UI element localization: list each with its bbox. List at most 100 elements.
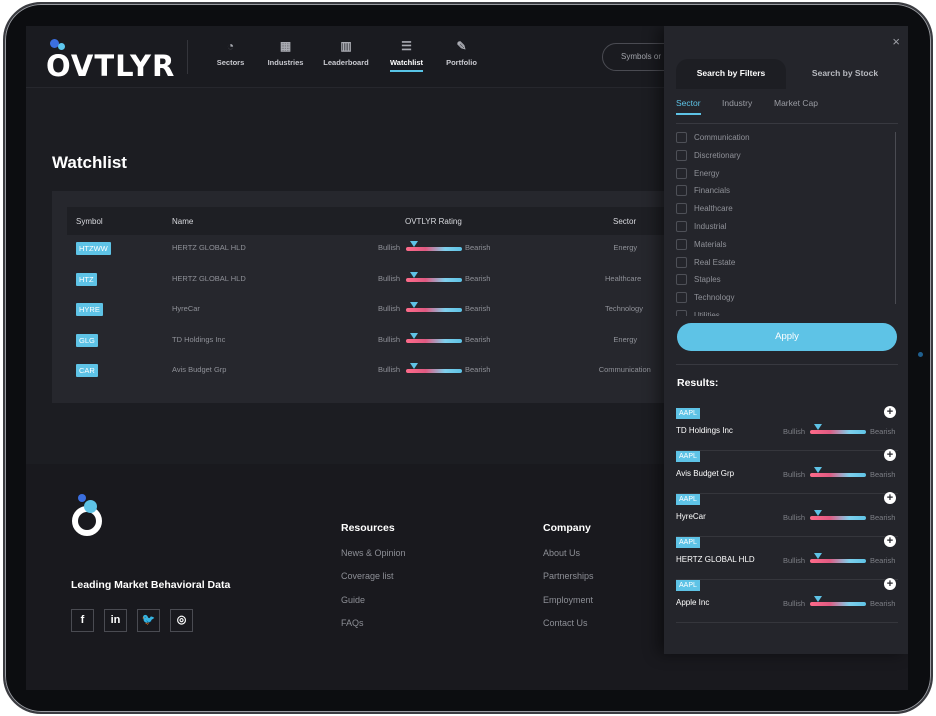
result-item[interactable]: AAPL Apple Inc + Bullish Bearish <box>676 578 898 623</box>
checklist-scrollbar[interactable] <box>895 132 896 304</box>
linkedin-icon[interactable]: in <box>104 609 127 632</box>
panel-tabs: Search by Filters Search by Stock <box>676 59 898 89</box>
table-row[interactable]: CAR Avis Budget Grp Bullish Bearish Communic… <box>52 360 692 390</box>
checkbox-icon[interactable] <box>676 167 687 179</box>
symbol-badge[interactable]: CAR <box>76 364 98 377</box>
result-symbol-badge[interactable]: AAPL <box>676 408 700 419</box>
company-name: Avis Budget Grp <box>172 365 227 374</box>
checkbox-icon[interactable] <box>676 203 687 215</box>
nav-label: Leaderboard <box>323 58 369 67</box>
checkbox-icon[interactable] <box>676 256 687 268</box>
tab-search-by-filters[interactable]: Search by Filters <box>676 59 786 89</box>
table-row[interactable]: HYRE HyreCar Bullish Bearish Technology <box>52 299 692 329</box>
nav-item-portfolio[interactable]: ✎ Portfolio <box>435 38 488 72</box>
company-heading: Company <box>543 522 591 534</box>
resources-link[interactable]: Coverage list <box>341 571 394 581</box>
table-row[interactable]: HTZWW HERTZ GLOBAL HLD Bullish Bearish Energ… <box>52 238 692 268</box>
add-plus-icon[interactable]: + <box>884 406 896 418</box>
company-link[interactable]: Contact Us <box>543 618 588 628</box>
checkbox-label: Discretionary <box>694 150 741 160</box>
sector-checkbox-utilities[interactable]: Utilities <box>676 310 876 316</box>
result-item[interactable]: AAPL HERTZ GLOBAL HLD + Bullish Bearish <box>676 535 898 580</box>
resources-link[interactable]: News & Opinion <box>341 548 406 558</box>
pencil-icon: ✎ <box>456 39 467 53</box>
building-icon: ▦ <box>279 39 292 53</box>
sector-checkbox-materials[interactable]: Materials <box>676 238 876 253</box>
company-link[interactable]: Employment <box>543 595 593 605</box>
checkbox-icon[interactable] <box>676 292 687 304</box>
panel-divider <box>676 364 898 365</box>
col-symbol-header[interactable]: Symbol <box>76 217 103 226</box>
resources-link[interactable]: Guide <box>341 595 365 605</box>
symbol-badge[interactable]: HYRE <box>76 303 103 316</box>
result-symbol-badge[interactable]: AAPL <box>676 451 700 462</box>
checkbox-label: Communication <box>694 133 750 142</box>
sector-checkbox-financials[interactable]: Financials <box>676 185 876 199</box>
table-row[interactable]: HTZ HERTZ GLOBAL HLD Bullish Bearish Healthc… <box>52 269 692 299</box>
filter-tab-market-cap[interactable]: Market Cap <box>774 98 818 108</box>
footer-logo-icon[interactable] <box>70 494 104 538</box>
result-item[interactable]: AAPL HyreCar + Bullish Bearish <box>676 492 898 537</box>
checkbox-label: Utilities <box>694 311 720 316</box>
instagram-icon[interactable]: ◎ <box>170 609 193 632</box>
col-name-header[interactable]: Name <box>172 217 193 226</box>
filter-tab-sector[interactable]: Sector <box>676 98 701 115</box>
col-sector-header[interactable]: Sector <box>613 217 636 226</box>
bearish-label: Bearish <box>465 334 491 344</box>
checkbox-icon[interactable] <box>676 132 687 143</box>
checkbox-icon[interactable] <box>676 149 687 161</box>
table-row[interactable]: GLG TD Holdings Inc Bullish Bearish Energy <box>52 330 692 360</box>
add-plus-icon[interactable]: + <box>884 449 896 461</box>
result-item[interactable]: AAPL Avis Budget Grp + Bullish Bearish <box>676 449 898 494</box>
sector-checkbox-industrial[interactable]: Industrial <box>676 221 876 235</box>
checkbox-icon[interactable] <box>676 221 687 232</box>
nav-item-watchlist[interactable]: ☰ Watchlist <box>380 38 433 72</box>
symbol-badge[interactable]: HTZWW <box>76 242 111 255</box>
sector-checkbox-staples[interactable]: Staples <box>676 274 876 288</box>
nav-label: Watchlist <box>389 58 424 72</box>
sector-checkbox-communication[interactable]: Communication <box>676 132 876 146</box>
tablet-device: OVTLYR ◔ Sectors ▦ Industries ▥ Leaderboard ☰ W… <box>0 0 936 716</box>
filter-tab-industry[interactable]: Industry <box>722 98 752 108</box>
nav-item-industries[interactable]: ▦ Industries <box>259 38 312 72</box>
checkbox-icon[interactable] <box>676 310 687 316</box>
sector-checkbox-technology[interactable]: Technology <box>676 292 876 306</box>
twitter-icon[interactable]: 🐦 <box>137 609 160 632</box>
symbol-badge[interactable]: GLG <box>76 333 98 347</box>
camera-dot <box>918 352 923 357</box>
checkbox-icon[interactable] <box>676 185 687 197</box>
apply-button[interactable]: Apply <box>677 323 897 351</box>
sector-checkbox-discretionary[interactable]: Discretionary <box>676 149 876 164</box>
bullish-label: Bullish <box>783 427 806 436</box>
add-plus-icon[interactable]: + <box>884 578 896 590</box>
close-icon[interactable]: × <box>892 34 900 49</box>
resources-link[interactable]: FAQs <box>341 618 364 628</box>
nav-item-sectors[interactable]: ◔ Sectors <box>204 38 257 72</box>
checkbox-label: Healthcare <box>694 204 733 214</box>
col-rating-header[interactable]: OVTLYR Rating <box>405 217 462 226</box>
result-symbol-badge[interactable]: AAPL <box>676 537 700 548</box>
result-symbol-badge[interactable]: AAPL <box>676 494 700 505</box>
sector-checkbox-healthcare[interactable]: Healthcare <box>676 203 876 217</box>
checkbox-icon[interactable] <box>676 238 687 250</box>
sector-checkbox-energy[interactable]: Energy <box>676 167 876 182</box>
result-symbol-badge[interactable]: AAPL <box>676 580 700 591</box>
search-filter-panel: × Search by Filters Search by Stock Sect… <box>664 26 908 654</box>
sector-cell: Energy <box>613 334 638 344</box>
tab-search-by-stock[interactable]: Search by Stock <box>792 59 898 89</box>
ovtlyr-logo[interactable]: OVTLYR <box>46 39 174 83</box>
add-plus-icon[interactable]: + <box>884 492 896 504</box>
rating-pointer-icon <box>410 271 419 278</box>
result-company-name: HyreCar <box>676 512 706 521</box>
result-item[interactable]: AAPL TD Holdings Inc + Bullish Bearish <box>676 406 898 451</box>
bearish-label: Bearish <box>870 470 896 479</box>
company-link[interactable]: About Us <box>543 548 580 558</box>
company-link[interactable]: Partnerships <box>543 571 594 581</box>
facebook-icon[interactable]: f <box>71 609 94 632</box>
sector-checkbox-real-estate[interactable]: Real Estate <box>676 256 876 271</box>
checkbox-icon[interactable] <box>676 274 687 286</box>
nav-item-leaderboard[interactable]: ▥ Leaderboard <box>314 38 378 72</box>
symbol-badge[interactable]: HTZ <box>76 272 97 286</box>
bearish-label: Bearish <box>465 304 491 313</box>
add-plus-icon[interactable]: + <box>884 535 896 547</box>
